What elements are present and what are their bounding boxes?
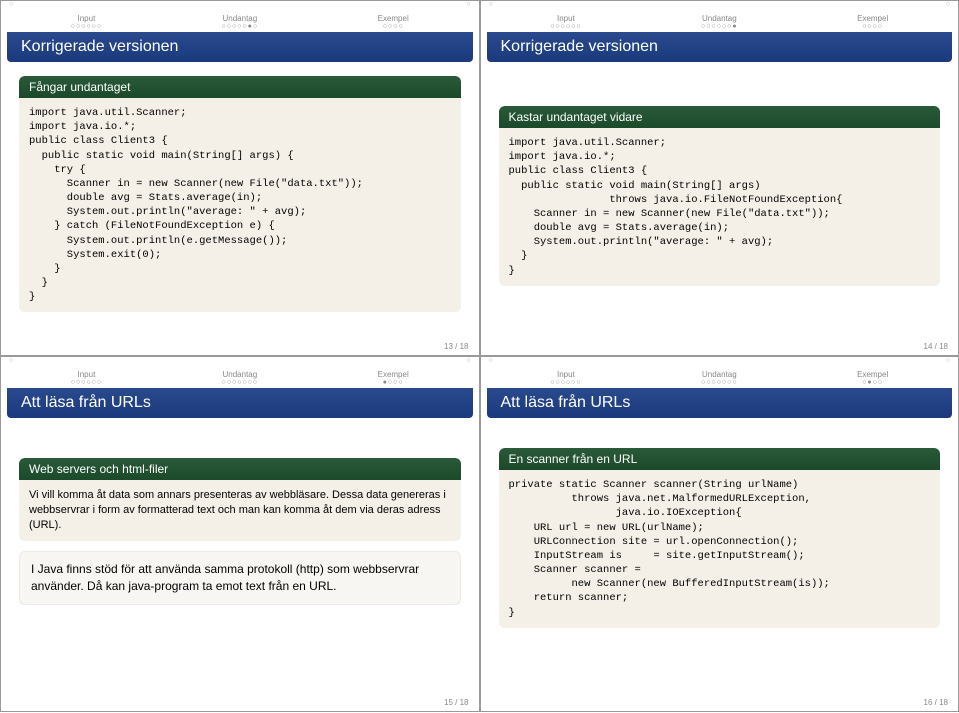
code-block: import java.util.Scanner; import java.io… <box>19 98 461 312</box>
slide-13: ○○ Input○○○○○○ Undantag○○○○○●○ Exempel○○… <box>0 0 480 356</box>
navbar: Input○○○○○○ Undantag○○○○○●○ Exempel○○○○ <box>1 10 479 32</box>
navbar: Input○○○○○○ Undantag○○○○○○● Exempel○○○○ <box>481 10 959 32</box>
box-header: Web servers och html-filer <box>19 458 461 480</box>
slide-title: Korrigerade versionen <box>7 32 473 62</box>
code-box: Kastar undantaget vidare import java.uti… <box>499 106 941 286</box>
nav-exempel: Exempel <box>857 14 888 23</box>
slide-16: ○○ Input○○○○○○ Undantag○○○○○○○ Exempel○●… <box>480 356 959 712</box>
page-number: 16 / 18 <box>481 696 959 711</box>
nav-input: Input <box>550 14 581 23</box>
box-header: En scanner från en URL <box>499 448 941 470</box>
nav-circles: ○○ <box>481 357 959 366</box>
slide-14: ○○ Input○○○○○○ Undantag○○○○○○● Exempel○○… <box>480 0 959 356</box>
nav-undantag: Undantag <box>701 14 738 23</box>
text-box: Web servers och html-filer Vi vill komma… <box>19 458 461 541</box>
code-block: import java.util.Scanner; import java.io… <box>499 128 941 286</box>
nav-undantag: Undantag <box>222 370 259 379</box>
slide-title: Korrigerade versionen <box>487 32 953 62</box>
nav-input: Input <box>71 370 102 379</box>
nav-exempel: Exempel <box>857 370 888 379</box>
nav-input: Input <box>71 14 102 23</box>
box-header: Kastar undantaget vidare <box>499 106 941 128</box>
nav-circles: ○○ <box>1 1 479 10</box>
code-box: En scanner från en URL private static Sc… <box>499 448 941 628</box>
navbar: Input○○○○○○ Undantag○○○○○○○ Exempel○●○○ <box>481 366 959 388</box>
slide-title: Att läsa från URLs <box>7 388 473 418</box>
code-box: Fångar undantaget import java.util.Scann… <box>19 76 461 312</box>
nav-input: Input <box>550 370 581 379</box>
page-number: 14 / 18 <box>481 340 959 355</box>
slide-title: Att läsa från URLs <box>487 388 953 418</box>
slide-15: ○○ Input○○○○○○ Undantag○○○○○○○ Exempel●○… <box>0 356 480 712</box>
paragraph: I Java finns stöd för att använda samma … <box>19 551 461 606</box>
nav-circles: ○○ <box>481 1 959 10</box>
nav-undantag: Undantag <box>222 14 259 23</box>
nav-exempel: Exempel <box>378 370 409 379</box>
navbar: Input○○○○○○ Undantag○○○○○○○ Exempel●○○○ <box>1 366 479 388</box>
page-number: 13 / 18 <box>1 340 479 355</box>
box-header: Fångar undantaget <box>19 76 461 98</box>
code-block: private static Scanner scanner(String ur… <box>499 470 941 628</box>
nav-circles: ○○ <box>1 357 479 366</box>
nav-exempel: Exempel <box>378 14 409 23</box>
box-text: Vi vill komma åt data som annars present… <box>19 480 461 541</box>
page-number: 15 / 18 <box>1 696 479 711</box>
nav-undantag: Undantag <box>701 370 738 379</box>
